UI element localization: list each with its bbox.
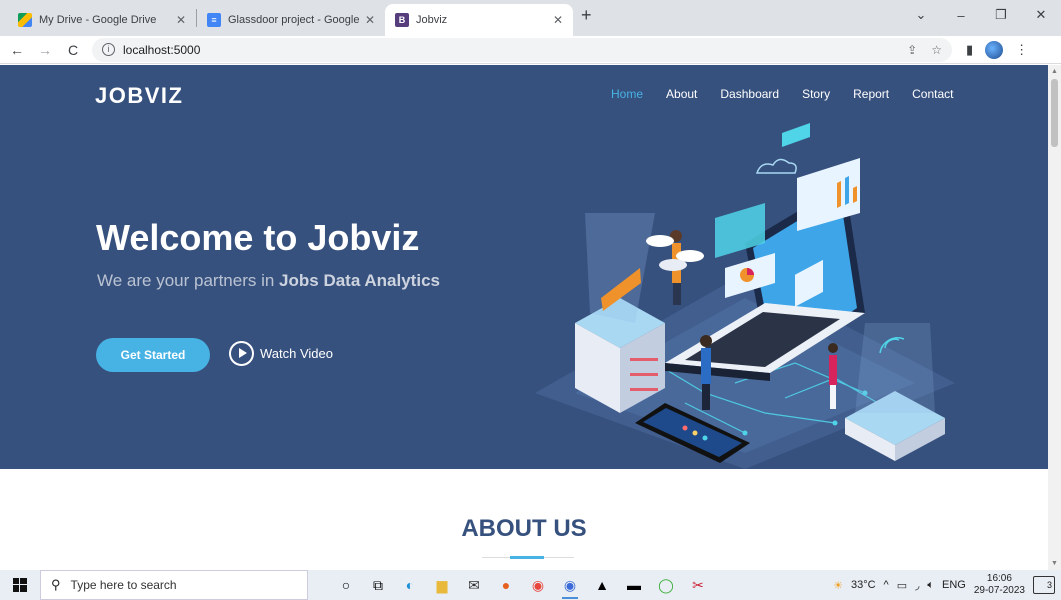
google-drive-icon	[18, 13, 32, 27]
about-us-heading: ABOUT US	[461, 515, 587, 542]
tab-google-docs[interactable]: ≡ Glassdoor project - Google Docs ✕	[197, 4, 385, 36]
new-tab-button[interactable]: +	[581, 5, 592, 26]
section-title-underline	[482, 556, 574, 559]
url-field[interactable]: i localhost:5000 ⇪ ☆	[92, 37, 952, 62]
tab-search-icon[interactable]: ⌄	[901, 7, 941, 23]
tab-title: My Drive - Google Drive	[39, 14, 157, 26]
scroll-up-icon[interactable]: ▲	[1048, 65, 1061, 78]
scroll-down-icon[interactable]: ▼	[1048, 557, 1061, 570]
nav-report[interactable]: Report	[853, 87, 889, 101]
bookmark-star-icon[interactable]: ☆	[931, 43, 942, 57]
weather-icon[interactable]: ☀	[833, 579, 843, 592]
tab-jobviz[interactable]: B Jobviz ✕	[385, 4, 573, 36]
search-icon: ⚲	[51, 577, 61, 592]
firefox-icon[interactable]: ●	[490, 570, 522, 600]
address-bar-row: ← → C i localhost:5000 ⇪ ☆ ▮ ⋮	[0, 36, 1061, 64]
hero-subtitle-text: We are your partners in	[97, 271, 280, 290]
side-panel-icon[interactable]: ▮	[966, 42, 973, 58]
tab-title: Jobviz	[416, 14, 448, 26]
profile-avatar[interactable]	[985, 40, 1004, 59]
edge-icon[interactable]: ◐	[394, 570, 426, 600]
nav-contact[interactable]: Contact	[912, 87, 953, 101]
google-docs-icon: ≡	[207, 13, 221, 27]
battery-icon[interactable]: ▭	[897, 579, 907, 592]
main-nav: Home About Dashboard Story Report Contac…	[611, 87, 977, 101]
cortana-icon[interactable]: ○	[330, 570, 362, 600]
minimize-button[interactable]: –	[941, 8, 981, 23]
url-text: localhost:5000	[123, 42, 201, 57]
get-started-button[interactable]: Get Started	[96, 338, 210, 372]
play-circle-icon	[229, 341, 254, 366]
language-indicator[interactable]: ENG	[942, 579, 966, 591]
close-icon[interactable]: ✕	[176, 13, 186, 27]
notification-count: 3	[1046, 580, 1052, 590]
back-button[interactable]: ←	[6, 42, 28, 58]
windows-start-button[interactable]	[0, 578, 40, 592]
hero-section: JOBVIZ Home About Dashboard Story Report…	[0, 65, 1048, 469]
site-info-icon[interactable]: i	[102, 43, 115, 56]
close-window-button[interactable]: ✕	[1021, 7, 1061, 23]
window-controls: ⌄ – ❐ ✕	[901, 0, 1061, 30]
omnibox-actions: ⇪ ☆	[907, 43, 942, 57]
chrome-profile-icon[interactable]: ◉	[554, 570, 586, 600]
photos-icon[interactable]: ▲	[586, 570, 618, 600]
taskbar-apps: ○ ⧉ ◐ ▆ ✉ ● ◉ ◉ ▲ ▬ ◯ ✂	[330, 570, 714, 600]
snipping-tool-icon[interactable]: ✂	[682, 570, 714, 600]
media-icon[interactable]: ▬	[618, 570, 650, 600]
nav-story[interactable]: Story	[802, 87, 830, 101]
windows-taskbar: ⚲ Type here to search ○ ⧉ ◐ ▆ ✉ ● ◉ ◉ ▲ …	[0, 570, 1061, 600]
notification-center-icon[interactable]: 3	[1033, 576, 1055, 594]
clock-time: 16:06	[986, 573, 1012, 584]
nav-about[interactable]: About	[666, 87, 697, 101]
mail-icon[interactable]: ✉	[458, 570, 490, 600]
taskbar-search-input[interactable]: ⚲ Type here to search	[40, 570, 308, 600]
task-view-icon[interactable]: ⧉	[362, 570, 394, 600]
close-icon[interactable]: ✕	[553, 13, 563, 27]
reload-button[interactable]: C	[62, 42, 84, 58]
wifi-icon[interactable]: ◞	[915, 579, 919, 592]
nav-dashboard[interactable]: Dashboard	[720, 87, 779, 101]
chevron-up-icon[interactable]: ^	[884, 579, 889, 591]
browser-toolbar: ▮ ⋮	[966, 40, 1028, 59]
forward-button[interactable]: →	[34, 42, 56, 58]
hero-title: Welcome to Jobviz	[96, 217, 420, 258]
tab-google-drive[interactable]: My Drive - Google Drive ✕	[8, 4, 196, 36]
windows-logo-icon	[13, 578, 27, 592]
chrome-icon[interactable]: ◉	[522, 570, 554, 600]
taskbar-clock[interactable]: 16:06 29-07-2023	[974, 573, 1025, 597]
bootstrap-icon: B	[395, 13, 409, 27]
system-tray: ☀ 33°C ^ ▭ ◞ 🔈︎ ENG 16:06 29-07-2023 3	[833, 573, 1061, 597]
scrollbar-thumb[interactable]	[1051, 79, 1058, 147]
hero-illustration	[535, 123, 955, 469]
nav-home[interactable]: Home	[611, 87, 643, 101]
menu-kebab-icon[interactable]: ⋮	[1015, 42, 1028, 58]
page-scrollbar[interactable]: ▲ ▼	[1048, 65, 1061, 570]
page-viewport: JOBVIZ Home About Dashboard Story Report…	[0, 65, 1061, 570]
watch-video-button[interactable]: Watch Video	[229, 341, 333, 366]
share-icon[interactable]: ⇪	[907, 43, 917, 57]
site-logo[interactable]: JOBVIZ	[95, 83, 183, 109]
close-icon[interactable]: ✕	[365, 13, 375, 27]
weather-temp[interactable]: 33°C	[851, 579, 876, 591]
file-explorer-icon[interactable]: ▆	[426, 570, 458, 600]
hero-subtitle: We are your partners in Jobs Data Analyt…	[97, 271, 440, 291]
restore-button[interactable]: ❐	[981, 7, 1021, 23]
clock-date: 29-07-2023	[973, 585, 1025, 596]
tab-title: Glassdoor project - Google Docs	[228, 14, 359, 26]
hero-subtitle-highlight: Jobs Data Analytics	[279, 271, 440, 290]
browser-tab-strip: My Drive - Google Drive ✕ ≡ Glassdoor pr…	[0, 0, 1061, 36]
app-ring-icon[interactable]: ◯	[650, 570, 682, 600]
volume-icon[interactable]: 🔈︎	[927, 579, 934, 592]
watch-video-label: Watch Video	[260, 346, 333, 361]
search-placeholder: Type here to search	[70, 578, 177, 592]
